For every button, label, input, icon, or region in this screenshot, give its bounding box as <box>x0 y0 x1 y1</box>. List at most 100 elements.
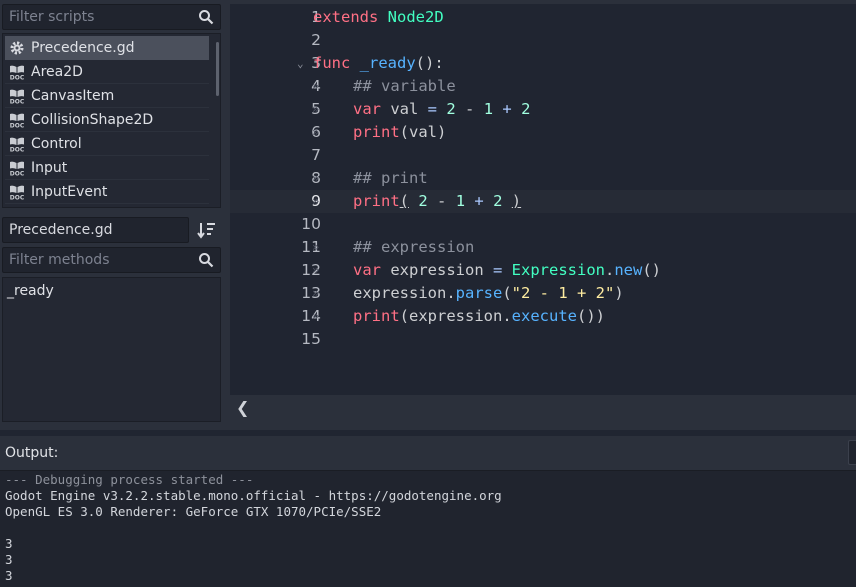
code-token: (): <box>415 54 444 72</box>
method-item[interactable]: _ready <box>7 283 54 299</box>
script-item-label: Area2D <box>31 63 83 80</box>
code-line[interactable]: 6» print(val) <box>230 121 856 144</box>
output-clear-button[interactable] <box>848 440 856 465</box>
filter-methods-input[interactable] <box>3 248 220 272</box>
code-token: ()) <box>576 307 605 325</box>
output-header: Output: <box>0 436 856 470</box>
code-token: = <box>427 100 438 118</box>
script-item-label: InputEvent <box>31 183 108 200</box>
code-text: extends Node2D <box>313 6 444 29</box>
doc-icon: DOC <box>9 112 25 129</box>
current-script-name[interactable] <box>3 218 188 242</box>
code-text: print( 2 - 1 + 2 ) <box>353 190 521 213</box>
code-token: 2 <box>418 192 428 210</box>
sort-icon[interactable] <box>196 220 218 240</box>
scripts-list-scrollbar[interactable] <box>216 42 219 96</box>
script-item[interactable]: DOC Area2D <box>5 60 209 84</box>
code-line[interactable]: 5» var val = 2 - 1 + 2 <box>230 98 856 121</box>
output-line: 3 <box>5 568 13 583</box>
code-token: var <box>353 261 381 279</box>
tab-indent-icon: » <box>312 171 320 185</box>
script-item[interactable]: DOC CanvasItem <box>5 84 209 108</box>
code-token: ( <box>399 192 410 210</box>
script-item[interactable]: DOC InputEvent <box>5 180 209 204</box>
code-line[interactable]: 11» ## expression <box>230 236 856 259</box>
output-line: OpenGL ES 3.0 Renderer: GeForce GTX 1070… <box>5 504 382 519</box>
code-token: expression. <box>353 284 456 302</box>
code-token: 2 <box>521 100 531 118</box>
code-text: ## expression <box>353 236 474 259</box>
code-text: ## print <box>353 167 428 190</box>
code-token: expression <box>381 261 493 279</box>
code-line[interactable]: 9» print( 2 - 1 + 2 ) <box>230 190 856 213</box>
code-text: print(expression.execute()) <box>353 305 605 328</box>
svg-text:DOC: DOC <box>10 74 25 80</box>
code-token: execute <box>511 307 577 325</box>
script-item-label: Input <box>31 159 68 176</box>
script-item[interactable]: Precedence.gd <box>5 36 209 60</box>
code-token: val <box>381 100 428 118</box>
code-line[interactable]: 14» print(expression.execute()) <box>230 305 856 328</box>
tab-indent-icon: » <box>312 309 320 323</box>
script-item-label: Control <box>31 135 82 152</box>
code-line[interactable]: 13» expression.parse("2 - 1 + 2") <box>230 282 856 305</box>
code-token: extends <box>313 8 379 26</box>
filter-scripts-field[interactable] <box>2 4 221 30</box>
code-token: (expression. <box>399 307 512 325</box>
doc-icon: DOC <box>9 160 25 177</box>
current-script-field[interactable] <box>2 217 189 243</box>
code-token: _ready <box>359 54 416 72</box>
code-line[interactable]: 2 <box>230 29 856 52</box>
doc-icon: DOC <box>9 136 25 153</box>
filter-scripts-input[interactable] <box>3 5 220 29</box>
code-token: func <box>313 54 351 72</box>
code-line[interactable]: 1 extends Node2D <box>230 6 856 29</box>
code-line[interactable]: 12» var expression = Expression.new() <box>230 259 856 282</box>
scripts-list[interactable]: DOC InputEvent DOC Input DOC Control DOC Collis… <box>2 33 221 208</box>
doc-icon: DOC <box>9 64 25 81</box>
line-number: 15 <box>301 330 321 348</box>
tab-indent-icon: » <box>312 125 320 139</box>
code-line[interactable]: 15 <box>230 328 856 351</box>
output-line: 3 <box>5 552 13 567</box>
doc-icon: DOC <box>9 184 25 201</box>
script-item[interactable]: DOC CollisionShape2D <box>5 108 209 132</box>
code-token: new <box>614 261 643 279</box>
code-token: . <box>605 261 615 279</box>
code-token: + <box>474 192 484 210</box>
script-item-label: CanvasItem <box>31 87 115 104</box>
svg-text:DOC: DOC <box>10 98 25 104</box>
code-token: Expression <box>511 261 605 279</box>
tab-indent-icon: » <box>312 240 320 254</box>
tab-indent-icon: » <box>312 194 320 208</box>
fold-arrow-icon[interactable]: ⌄ <box>297 52 304 75</box>
code-token: ) <box>614 284 624 302</box>
svg-text:DOC: DOC <box>10 146 25 152</box>
tab-indent-icon: » <box>312 286 320 300</box>
code-line[interactable]: 8» ## print <box>230 167 856 190</box>
script-item[interactable]: DOC Control <box>5 132 209 156</box>
svg-text:DOC: DOC <box>10 122 25 128</box>
code-token: + <box>502 100 512 118</box>
code-text: print(val) <box>353 121 446 144</box>
code-line[interactable]: 4» ## variable <box>230 75 856 98</box>
code-token: "2 - 1 + 2" <box>511 284 615 302</box>
output-log[interactable]: --- Debugging process started --- Godot E… <box>0 470 856 587</box>
code-line[interactable]: 7 <box>230 144 856 167</box>
methods-list[interactable]: _ready <box>2 277 221 422</box>
chevron-left-icon[interactable]: ❮ <box>236 398 249 417</box>
code-line[interactable]: 3 ⌄ func _ready(): <box>230 52 856 75</box>
filter-methods-field[interactable] <box>2 247 221 273</box>
search-icon <box>199 10 214 25</box>
script-item[interactable]: DOC Input <box>5 156 209 180</box>
code-editor[interactable]: 1 extends Node2D 2 3 ⌄ func _ready(): 4» ## var… <box>230 4 856 395</box>
line-number: 7 <box>311 146 321 164</box>
code-line[interactable]: 10 <box>230 213 856 236</box>
script-item-label: Precedence.gd <box>31 39 135 56</box>
